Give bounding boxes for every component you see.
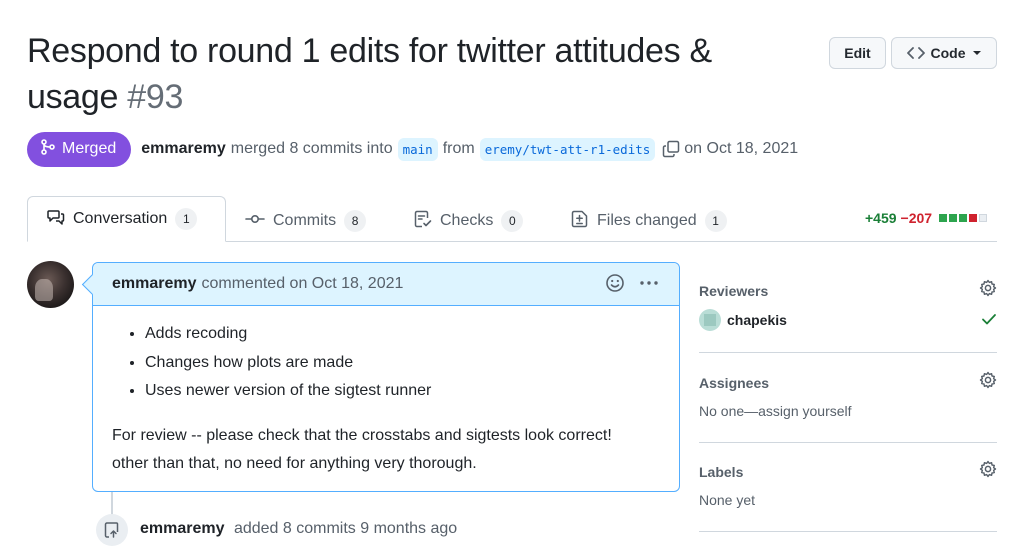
gear-icon[interactable] bbox=[979, 460, 997, 483]
status-badge: Merged bbox=[27, 131, 132, 167]
diffstat-block-del bbox=[969, 214, 978, 222]
tab-files-changed-label: Files changed bbox=[597, 212, 697, 229]
check-icon bbox=[981, 311, 997, 332]
reviewer-avatar bbox=[699, 309, 721, 331]
diffstat-block-add bbox=[949, 214, 958, 222]
base-branch[interactable]: main bbox=[397, 137, 438, 161]
sidebar-labels: Labels None yet bbox=[699, 460, 997, 508]
git-commit-icon bbox=[245, 212, 265, 231]
assignees-value[interactable]: No one—assign yourself bbox=[699, 403, 997, 419]
avatar[interactable] bbox=[27, 261, 74, 308]
comment-paragraph-line: For review -- please check that the cros… bbox=[112, 426, 612, 444]
diffstat-additions: +459 bbox=[865, 210, 897, 226]
comment-meta[interactable]: commented on Oct 18, 2021 bbox=[202, 275, 404, 293]
git-merge-icon bbox=[40, 138, 56, 160]
diffstat: +459 −207 bbox=[865, 210, 988, 226]
diffstat-block-neutral bbox=[979, 214, 988, 222]
copy-icon[interactable] bbox=[662, 140, 680, 158]
comment-discussion-icon bbox=[47, 208, 65, 231]
reviewer-row[interactable]: chapekis bbox=[699, 309, 997, 331]
code-button-label: Code bbox=[930, 45, 966, 61]
file-diff-icon bbox=[571, 210, 589, 233]
comment-body: Adds recoding Changes how plots are made… bbox=[93, 306, 679, 497]
tab-conversation-label: Conversation bbox=[73, 210, 168, 227]
diffstat-deletions: −207 bbox=[900, 210, 933, 226]
code-icon bbox=[906, 46, 925, 60]
tab-commits[interactable]: Commits 8 bbox=[245, 200, 367, 242]
kebab-horizontal-icon[interactable] bbox=[639, 273, 659, 298]
tab-checks-count: 0 bbox=[501, 210, 524, 232]
tab-checks[interactable]: Checks 0 bbox=[414, 200, 524, 242]
tab-files-changed[interactable]: Files changed 1 bbox=[571, 200, 727, 242]
comment-paragraph-line: other than that, no need for anything ve… bbox=[112, 455, 477, 472]
reviewer-name[interactable]: chapekis bbox=[727, 312, 787, 328]
gear-icon[interactable] bbox=[979, 279, 997, 302]
sidebar-divider bbox=[699, 352, 997, 353]
head-branch[interactable]: eremy/twt-att-r1-edits bbox=[479, 137, 656, 161]
caret-down-icon bbox=[972, 50, 982, 56]
repo-push-icon bbox=[96, 514, 128, 546]
comment-box: emmaremy commented on Oct 18, 2021 Adds … bbox=[92, 262, 680, 492]
list-item: Adds recoding bbox=[145, 320, 660, 349]
labels-value: None yet bbox=[699, 492, 756, 508]
tab-conversation-count: 1 bbox=[175, 208, 198, 230]
sidebar-heading-reviewers[interactable]: Reviewers bbox=[699, 283, 997, 299]
checklist-icon bbox=[414, 210, 432, 233]
tab-commits-label: Commits bbox=[273, 212, 337, 229]
diffstat-block-add bbox=[939, 214, 948, 222]
event-author[interactable]: emmaremy bbox=[140, 520, 225, 537]
tab-files-changed-count: 1 bbox=[704, 210, 727, 232]
comment-actions bbox=[605, 273, 659, 298]
event-description: added 8 commits 9 months ago bbox=[233, 520, 458, 537]
diffstat-block-add bbox=[959, 214, 968, 222]
tab-checks-label: Checks bbox=[440, 212, 494, 229]
sidebar-divider bbox=[699, 531, 997, 532]
sidebar-reviewers: Reviewers chapekis bbox=[699, 279, 997, 331]
smiley-icon[interactable] bbox=[605, 273, 625, 298]
sidebar-heading-assignees[interactable]: Assignees bbox=[699, 375, 997, 391]
edit-button[interactable]: Edit bbox=[829, 37, 886, 69]
diffstat-blocks bbox=[939, 214, 988, 222]
pr-meta: Merged emmaremy merged 8 commits into ma… bbox=[27, 131, 803, 167]
code-button[interactable]: Code bbox=[891, 37, 997, 69]
timeline-event: emmaremy added 8 commits 9 months ago bbox=[140, 520, 457, 538]
status-badge-label: Merged bbox=[62, 140, 117, 157]
list-item: Changes how plots are made bbox=[145, 349, 660, 378]
tab-conversation[interactable]: Conversation 1 bbox=[27, 196, 226, 242]
merge-text: merged 8 commits into bbox=[230, 140, 393, 157]
sidebar-assignees: Assignees No one—assign yourself bbox=[699, 371, 997, 419]
comment-bullet-list: Adds recoding Changes how plots are made… bbox=[112, 320, 660, 406]
merge-date: on Oct 18, 2021 bbox=[684, 140, 799, 157]
comment-author[interactable]: emmaremy bbox=[112, 275, 197, 293]
gear-icon[interactable] bbox=[979, 371, 997, 394]
sidebar-divider bbox=[699, 442, 997, 443]
from-text: from bbox=[442, 140, 475, 157]
pr-number: #93 bbox=[127, 78, 184, 116]
pr-author-link[interactable]: emmaremy bbox=[141, 140, 226, 158]
sidebar-heading-labels[interactable]: Labels bbox=[699, 464, 997, 480]
list-item: Uses newer version of the sigtest runner bbox=[145, 377, 660, 406]
comment-header: emmaremy commented on Oct 18, 2021 bbox=[93, 263, 679, 306]
pr-title: Respond to round 1 edits for twitter att… bbox=[27, 28, 797, 120]
tab-commits-count: 8 bbox=[344, 210, 367, 232]
